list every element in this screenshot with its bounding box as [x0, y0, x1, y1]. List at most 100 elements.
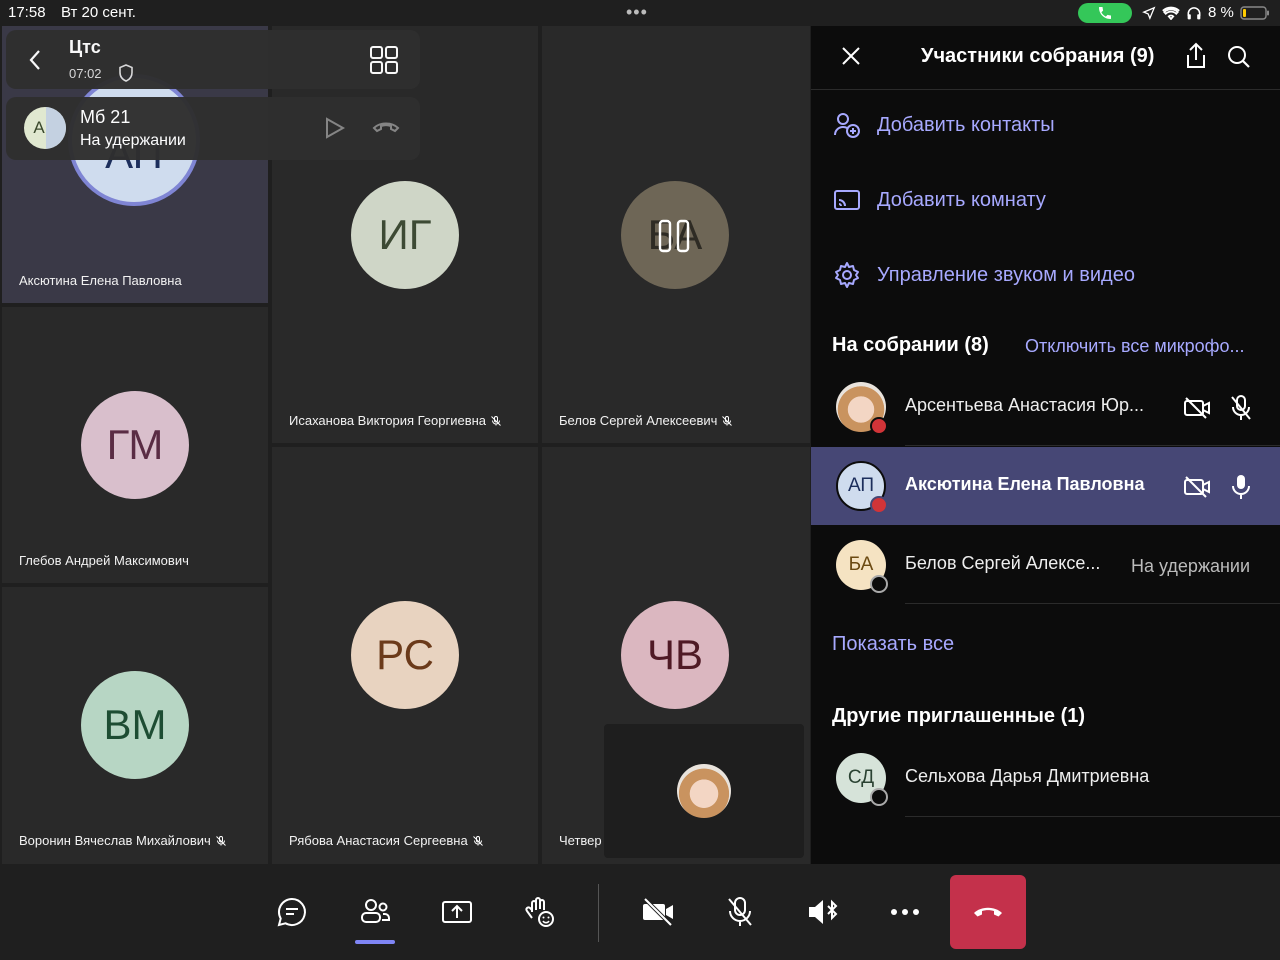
participant-name: Исаханова Виктория Георгиевна [289, 413, 502, 428]
close-icon[interactable] [841, 46, 861, 66]
participant-name: Аксютина Елена Павловна [905, 474, 1145, 494]
participant-name: Глебов Андрей Максимович [19, 553, 189, 568]
participants-panel: Участники собрания (9) Добавить контакты… [811, 26, 1280, 864]
participant-name: Воронин Вячеслав Михайлович [19, 833, 227, 848]
mic-off-icon [472, 835, 483, 846]
leave-call-button[interactable] [950, 875, 1026, 949]
other-invited-header: Другие приглашенные (1) [832, 705, 1086, 727]
participant-name: Рябова Анастасия Сергеевна [289, 833, 484, 848]
in-meeting-header: На собрании (8) [832, 334, 989, 356]
status-bar: 17:58 Вт 20 сент. ••• 8 % [0, 0, 1280, 26]
participant-name: Белов Сергей Алексеевич [559, 413, 733, 428]
status-busy-dot [870, 496, 888, 514]
cast-icon [834, 190, 860, 210]
back-chevron-icon[interactable] [28, 49, 42, 71]
shield-icon [119, 64, 133, 82]
status-busy-dot [870, 417, 888, 435]
participant-row[interactable]: БА Белов Сергей Алексе... На удержании [811, 526, 1280, 604]
location-icon [1142, 6, 1156, 20]
hangup-icon [974, 907, 1002, 917]
more-options-button[interactable] [885, 892, 925, 932]
status-date: Вт 20 сент. [61, 4, 136, 21]
status-time: 17:58 [8, 4, 46, 21]
mic-on-icon[interactable] [1229, 473, 1253, 501]
participant-tile[interactable]: РС Рябова Анастасия Сергеевна [272, 447, 538, 864]
speaker-bluetooth-icon [809, 899, 838, 924]
participant-hold-status: На удержании [1131, 556, 1251, 576]
meeting-title: Цтс [69, 37, 101, 57]
camera-off-icon[interactable] [1183, 475, 1211, 499]
active-call-pill[interactable] [1078, 3, 1132, 23]
participant-name: Белов Сергей Алексе... [905, 553, 1101, 573]
participant-name: Аксютина Елена Павловна [19, 273, 182, 288]
status-offline-dot [870, 575, 888, 593]
participant-avatar: ИГ [351, 181, 459, 289]
battery-percent: 8 % [1208, 4, 1234, 21]
mic-off-icon [722, 415, 733, 426]
participant-tile[interactable]: ГМ Глебов Андрей Максимович [2, 307, 268, 583]
audio-output-button[interactable] [803, 892, 843, 932]
participant-tile[interactable]: ВМ Воронин Вячеслав Михайлович [2, 587, 268, 864]
participant-avatar: ВМ [81, 671, 189, 779]
share-screen-button[interactable] [437, 892, 477, 932]
more-dots-icon [891, 909, 919, 915]
participant-name: Четвер [559, 833, 602, 848]
multitask-dots[interactable]: ••• [626, 2, 648, 23]
wifi-icon [1162, 6, 1180, 20]
mute-all-link[interactable]: Отключить все микрофо... [1025, 336, 1245, 357]
headphones-icon [1187, 6, 1201, 19]
participant-row-selected[interactable]: АП Аксютина Елена Павловна [811, 447, 1280, 525]
hold-call-card[interactable]: А Мб 21 На удержании [6, 97, 420, 160]
chat-icon [277, 897, 306, 927]
gear-icon [835, 262, 859, 288]
add-contacts-button[interactable]: Добавить контакты [833, 111, 1055, 139]
divider [905, 603, 1280, 604]
panel-title: Участники собрания (9) [921, 45, 1155, 67]
mic-off-icon [215, 835, 226, 846]
participant-name: Арсентьева Анастасия Юр... [905, 395, 1144, 415]
hold-call-avatar: А [24, 107, 66, 149]
people-icon [361, 899, 390, 923]
hold-call-name: Мб 21 [80, 107, 131, 127]
layout-grid-icon[interactable] [370, 46, 398, 74]
mic-toggle-button[interactable] [720, 892, 760, 932]
share-screen-icon [442, 901, 472, 923]
show-all-link[interactable]: Показать все [832, 633, 954, 656]
participant-row[interactable]: Арсентьева Анастасия Юр... [811, 368, 1280, 446]
participant-avatar: РС [351, 601, 459, 709]
participant-row[interactable]: СД Сельхова Дарья Дмитриевна [811, 739, 1280, 817]
participant-avatar: ГМ [81, 391, 189, 499]
divider [905, 816, 1280, 817]
participant-name: Сельхова Дарья Дмитриевна [905, 766, 1150, 786]
audio-video-settings-button[interactable]: Управление звуком и видео [833, 261, 1135, 289]
chat-button[interactable] [272, 892, 312, 932]
hangup-icon[interactable] [372, 119, 400, 135]
call-toolbar [0, 864, 1280, 960]
resume-play-icon[interactable] [322, 116, 346, 140]
status-offline-dot [870, 788, 888, 806]
participants-active-indicator [355, 940, 395, 944]
camera-toggle-button[interactable] [638, 892, 678, 932]
participant-avatar: ЧВ [621, 601, 729, 709]
self-view[interactable] [604, 724, 804, 858]
mic-off-icon[interactable] [1229, 394, 1253, 422]
mic-off-icon [728, 897, 752, 926]
phone-icon [1099, 7, 1111, 19]
reactions-button[interactable] [520, 892, 560, 932]
pause-icon [658, 219, 690, 253]
mic-off-icon [491, 415, 501, 426]
divider [811, 89, 1280, 90]
meeting-header: Цтс 07:02 [6, 30, 420, 89]
participants-button[interactable] [355, 892, 395, 932]
search-icon[interactable] [1227, 45, 1251, 69]
hold-call-status: На удержании [80, 132, 186, 149]
camera-off-icon[interactable] [1183, 396, 1211, 420]
battery-icon [1240, 5, 1269, 20]
meeting-duration: 07:02 [69, 66, 102, 81]
camera-off-icon [643, 897, 673, 927]
share-icon[interactable] [1184, 42, 1208, 70]
add-room-button[interactable]: Добавить комнату [833, 186, 1046, 214]
divider [905, 445, 1280, 446]
toolbar-divider [598, 884, 599, 942]
participant-tile[interactable]: БА Белов Сергей Алексеевич [542, 26, 810, 443]
